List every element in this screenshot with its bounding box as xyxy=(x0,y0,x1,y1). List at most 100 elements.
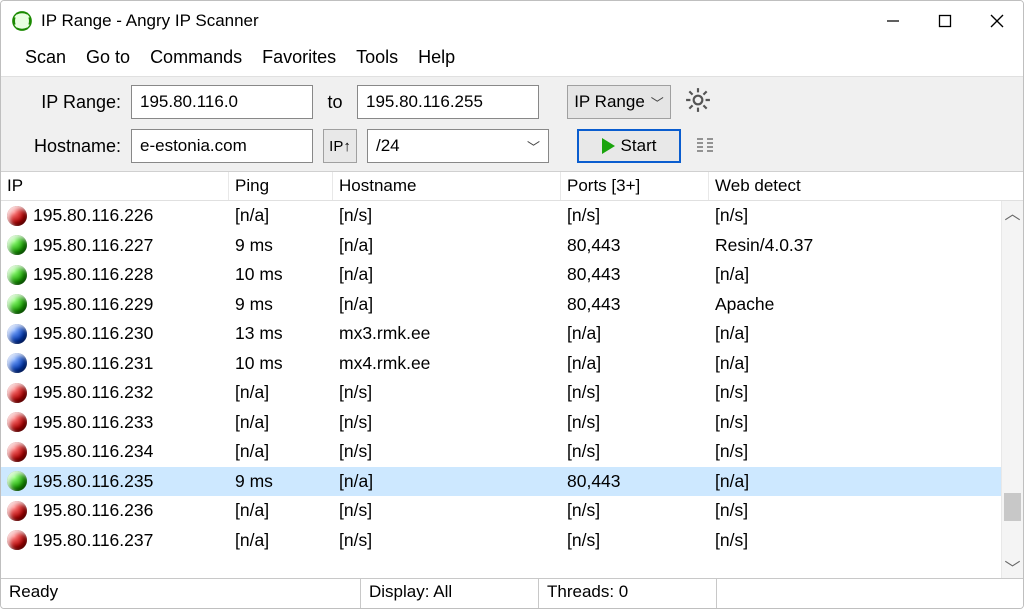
status-empty xyxy=(717,579,1023,608)
status-icon xyxy=(7,501,27,521)
ip-up-button[interactable]: IP↑ xyxy=(323,129,357,163)
titlebar: IP Range - Angry IP Scanner xyxy=(1,1,1023,41)
table-header: IP Ping Hostname Ports [3+] Web detect xyxy=(1,172,1023,201)
settings-button[interactable] xyxy=(685,87,711,118)
cell-webdetect: Apache xyxy=(709,290,959,320)
cell-ports: [n/s] xyxy=(561,201,709,231)
menu-favorites[interactable]: Favorites xyxy=(254,45,344,70)
status-icon xyxy=(7,265,27,285)
cell-webdetect: [n/s] xyxy=(709,496,959,526)
column-webdetect[interactable]: Web detect xyxy=(709,172,959,200)
column-ping[interactable]: Ping xyxy=(229,172,333,200)
cell-hostname: [n/s] xyxy=(333,437,561,467)
cell-ping: [n/a] xyxy=(229,408,333,438)
cell-ping: [n/a] xyxy=(229,496,333,526)
gear-icon xyxy=(685,87,711,113)
cell-ping: 9 ms xyxy=(229,467,333,497)
hostname-label: Hostname: xyxy=(21,136,121,157)
table-row[interactable]: 195.80.116.236[n/a][n/s][n/s][n/s] xyxy=(1,496,1023,526)
cell-hostname: [n/s] xyxy=(333,378,561,408)
menu-scan[interactable]: Scan xyxy=(17,45,74,70)
statusbar: Ready Display: All Threads: 0 xyxy=(1,578,1023,608)
display-options-button[interactable] xyxy=(695,136,717,156)
cell-ip: 195.80.116.227 xyxy=(33,235,153,256)
cell-webdetect: [n/a] xyxy=(709,260,959,290)
cell-hostname: mx4.rmk.ee xyxy=(333,349,561,379)
cell-ports: 80,443 xyxy=(561,290,709,320)
cell-ip: 195.80.116.232 xyxy=(33,382,153,403)
status-icon xyxy=(7,412,27,432)
cell-hostname: [n/a] xyxy=(333,467,561,497)
status-icon xyxy=(7,471,27,491)
cell-hostname: [n/a] xyxy=(333,260,561,290)
ip-end-input[interactable] xyxy=(357,85,539,119)
cell-ports: [n/a] xyxy=(561,319,709,349)
status-icon xyxy=(7,294,27,314)
results-table: IP Ping Hostname Ports [3+] Web detect 1… xyxy=(1,172,1023,578)
ip-range-label: IP Range: xyxy=(21,92,121,113)
cell-ping: [n/a] xyxy=(229,378,333,408)
column-ports[interactable]: Ports [3+] xyxy=(561,172,709,200)
cell-ip: 195.80.116.226 xyxy=(33,205,153,226)
cell-ip: 195.80.116.229 xyxy=(33,294,153,315)
scroll-down-icon[interactable]: ﹀ xyxy=(1002,556,1023,578)
status-icon xyxy=(7,353,27,373)
vertical-scrollbar[interactable]: ︿ ﹀ xyxy=(1001,201,1023,578)
table-row[interactable]: 195.80.116.226[n/a][n/s][n/s][n/s] xyxy=(1,201,1023,231)
status-threads: Threads: 0 xyxy=(539,579,717,608)
cell-webdetect: [n/a] xyxy=(709,349,959,379)
cell-webdetect: [n/s] xyxy=(709,378,959,408)
cell-ip: 195.80.116.230 xyxy=(33,323,153,344)
table-row[interactable]: 195.80.116.229 9 ms[n/a]80,443Apache xyxy=(1,290,1023,320)
table-row[interactable]: 195.80.116.232[n/a][n/s][n/s][n/s] xyxy=(1,378,1023,408)
table-row[interactable]: 195.80.116.237[n/a][n/s][n/s][n/s] xyxy=(1,526,1023,556)
cell-hostname: mx3.rmk.ee xyxy=(333,319,561,349)
table-row[interactable]: 195.80.116.2359 ms[n/a]80,443[n/a] xyxy=(1,467,1023,497)
cell-hostname: [n/s] xyxy=(333,526,561,556)
menu-tools[interactable]: Tools xyxy=(348,45,406,70)
hostname-input[interactable] xyxy=(131,129,313,163)
status-icon xyxy=(7,206,27,226)
cell-ports: [n/s] xyxy=(561,408,709,438)
cell-hostname: [n/s] xyxy=(333,496,561,526)
cell-ports: [n/a] xyxy=(561,349,709,379)
cell-ping: 10 ms xyxy=(229,349,333,379)
start-button[interactable]: Start xyxy=(577,129,681,163)
cell-ping: 9 ms xyxy=(229,290,333,320)
range-type-dropdown[interactable]: IP Range ﹀ xyxy=(567,85,671,119)
app-icon xyxy=(11,10,33,32)
table-row[interactable]: 195.80.116.233[n/a][n/s][n/s][n/s] xyxy=(1,408,1023,438)
cell-hostname: [n/a] xyxy=(333,290,561,320)
cell-ports: [n/s] xyxy=(561,526,709,556)
cell-ping: [n/a] xyxy=(229,201,333,231)
cell-ports: 80,443 xyxy=(561,467,709,497)
scroll-up-icon[interactable]: ︿ xyxy=(1002,201,1023,223)
table-row[interactable]: 195.80.116.22810 ms[n/a]80,443[n/a] xyxy=(1,260,1023,290)
status-icon xyxy=(7,235,27,255)
column-ip[interactable]: IP xyxy=(1,172,229,200)
window-title: IP Range - Angry IP Scanner xyxy=(41,11,867,31)
menu-commands[interactable]: Commands xyxy=(142,45,250,70)
cell-ports: [n/s] xyxy=(561,437,709,467)
table-row[interactable]: 195.80.116.234[n/a][n/s][n/s][n/s] xyxy=(1,437,1023,467)
cell-ip: 195.80.116.228 xyxy=(33,264,153,285)
menu-goto[interactable]: Go to xyxy=(78,45,138,70)
status-display: Display: All xyxy=(361,579,539,608)
netmask-dropdown[interactable]: /24 ﹀ xyxy=(367,129,549,163)
status-icon xyxy=(7,442,27,462)
table-row[interactable]: 195.80.116.2279 ms[n/a]80,443Resin/4.0.3… xyxy=(1,231,1023,261)
cell-ip: 195.80.116.237 xyxy=(33,530,153,551)
minimize-button[interactable] xyxy=(867,1,919,41)
status-ready: Ready xyxy=(1,579,361,608)
menu-help[interactable]: Help xyxy=(410,45,463,70)
cell-ip: 195.80.116.236 xyxy=(33,500,153,521)
cell-ports: [n/s] xyxy=(561,378,709,408)
table-row[interactable]: 195.80.116.23110 msmx4.rmk.ee[n/a][n/a] xyxy=(1,349,1023,379)
close-button[interactable] xyxy=(971,1,1023,41)
ip-start-input[interactable] xyxy=(131,85,313,119)
status-icon xyxy=(7,324,27,344)
table-row[interactable]: 195.80.116.23013 msmx3.rmk.ee[n/a][n/a] xyxy=(1,319,1023,349)
scroll-thumb[interactable] xyxy=(1004,493,1021,521)
column-hostname[interactable]: Hostname xyxy=(333,172,561,200)
maximize-button[interactable] xyxy=(919,1,971,41)
